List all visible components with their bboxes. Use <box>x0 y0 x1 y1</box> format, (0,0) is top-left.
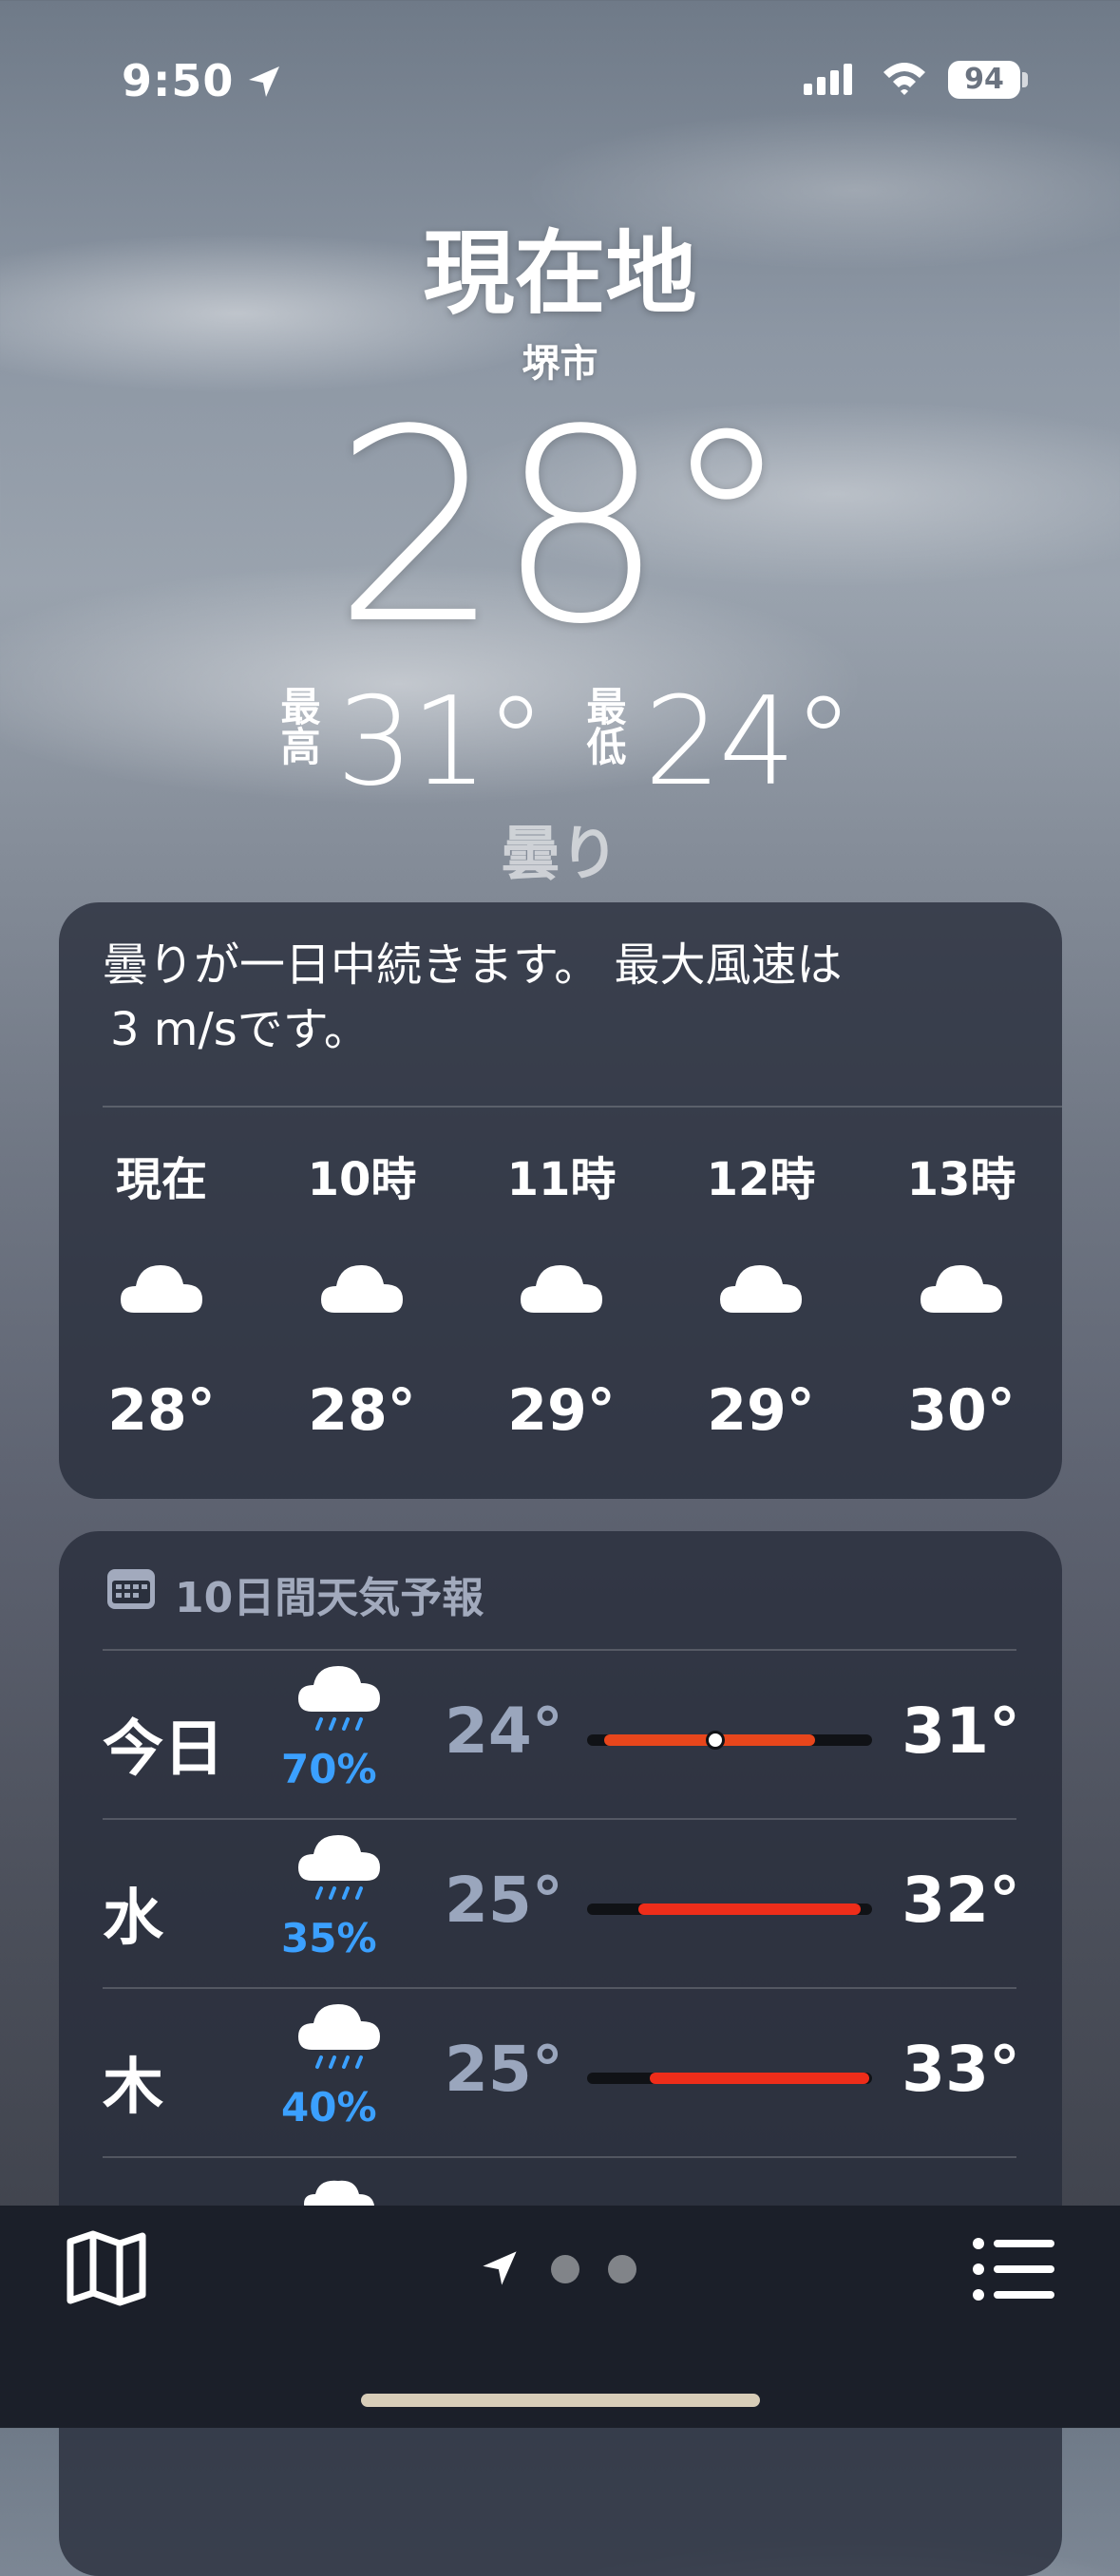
low-temp: 24° <box>445 1695 563 1768</box>
cellular-signal-icon <box>804 64 852 95</box>
high-label: 最高 <box>275 686 321 766</box>
location-arrow-icon <box>249 66 279 97</box>
current-temp-marker <box>706 1731 725 1750</box>
precipitation-chance: 35% <box>281 1915 377 1961</box>
hourly-divider <box>103 1106 1062 1108</box>
temperature-range-bar <box>587 2073 872 2084</box>
hour-temp: 29° <box>507 1377 616 1444</box>
low-label: 最低 <box>580 686 627 766</box>
hour-label: 11時 <box>506 1153 617 1206</box>
hour-temp: 28° <box>308 1377 416 1444</box>
cloud-icon <box>718 1258 804 1320</box>
low-temp: 25° <box>445 2033 563 2106</box>
daily-forecast-title: 10日間天気予報 <box>175 1574 484 1622</box>
low-temp: 25° <box>445 1864 563 1937</box>
location-title: 現在地 <box>423 220 697 327</box>
row-divider <box>103 2156 1016 2158</box>
low-temp: 24° <box>644 672 854 813</box>
current-temperature: 28° <box>332 373 792 683</box>
current-location-page-icon[interactable] <box>479 2247 521 2289</box>
high-temp: 33° <box>902 2033 1020 2106</box>
day-name: 水 <box>103 1884 163 1954</box>
battery-indicator: 94 <box>948 61 1020 99</box>
day-name: 今日 <box>103 1714 224 1785</box>
precipitation-chance: 40% <box>281 2084 377 2131</box>
hour-temp: 30° <box>907 1377 1016 1444</box>
temperature-range-fill <box>638 1904 861 1915</box>
day-name: 木 <box>103 2053 163 2123</box>
hour-label: 12時 <box>706 1153 816 1206</box>
rain-cloud-icon <box>296 1835 382 1915</box>
list-icon[interactable] <box>971 2236 1056 2302</box>
page-dot-1[interactable] <box>551 2255 579 2283</box>
cloud-icon <box>119 1258 204 1320</box>
wifi-icon <box>883 63 925 95</box>
status-time: 9:50 <box>122 55 235 106</box>
page-dot-2[interactable] <box>608 2255 636 2283</box>
forecast-summary: 曇りが一日中続きます。 最大風速は 3 m/sです。 <box>103 938 843 1056</box>
high-temp: 31° <box>902 1695 1020 1768</box>
hour-label: 現在 <box>115 1153 207 1206</box>
cloud-icon <box>519 1258 604 1320</box>
row-divider <box>103 1818 1016 1820</box>
cloud-icon <box>919 1258 1004 1320</box>
high-temp: 32° <box>902 1864 1020 1937</box>
calendar-icon <box>107 1569 155 1609</box>
precipitation-chance: 70% <box>281 1746 377 1792</box>
home-indicator[interactable] <box>361 2394 760 2407</box>
cloud-icon <box>319 1258 405 1320</box>
temperature-range-fill <box>650 2073 869 2084</box>
high-temp: 31° <box>336 672 546 813</box>
battery-nub <box>1022 72 1028 87</box>
row-divider <box>103 1987 1016 1989</box>
rain-cloud-icon <box>296 1666 382 1746</box>
temperature-range-bar <box>587 1904 872 1915</box>
map-icon[interactable] <box>65 2230 148 2306</box>
condition-text: 曇り <box>501 819 619 888</box>
hour-temp: 28° <box>107 1377 216 1444</box>
hour-label: 10時 <box>307 1153 417 1206</box>
hour-temp: 29° <box>707 1377 815 1444</box>
rain-cloud-icon <box>296 2004 382 2084</box>
daily-divider <box>103 1649 1016 1651</box>
temperature-range-bar <box>587 1731 872 1750</box>
hour-label: 13時 <box>906 1153 1016 1206</box>
